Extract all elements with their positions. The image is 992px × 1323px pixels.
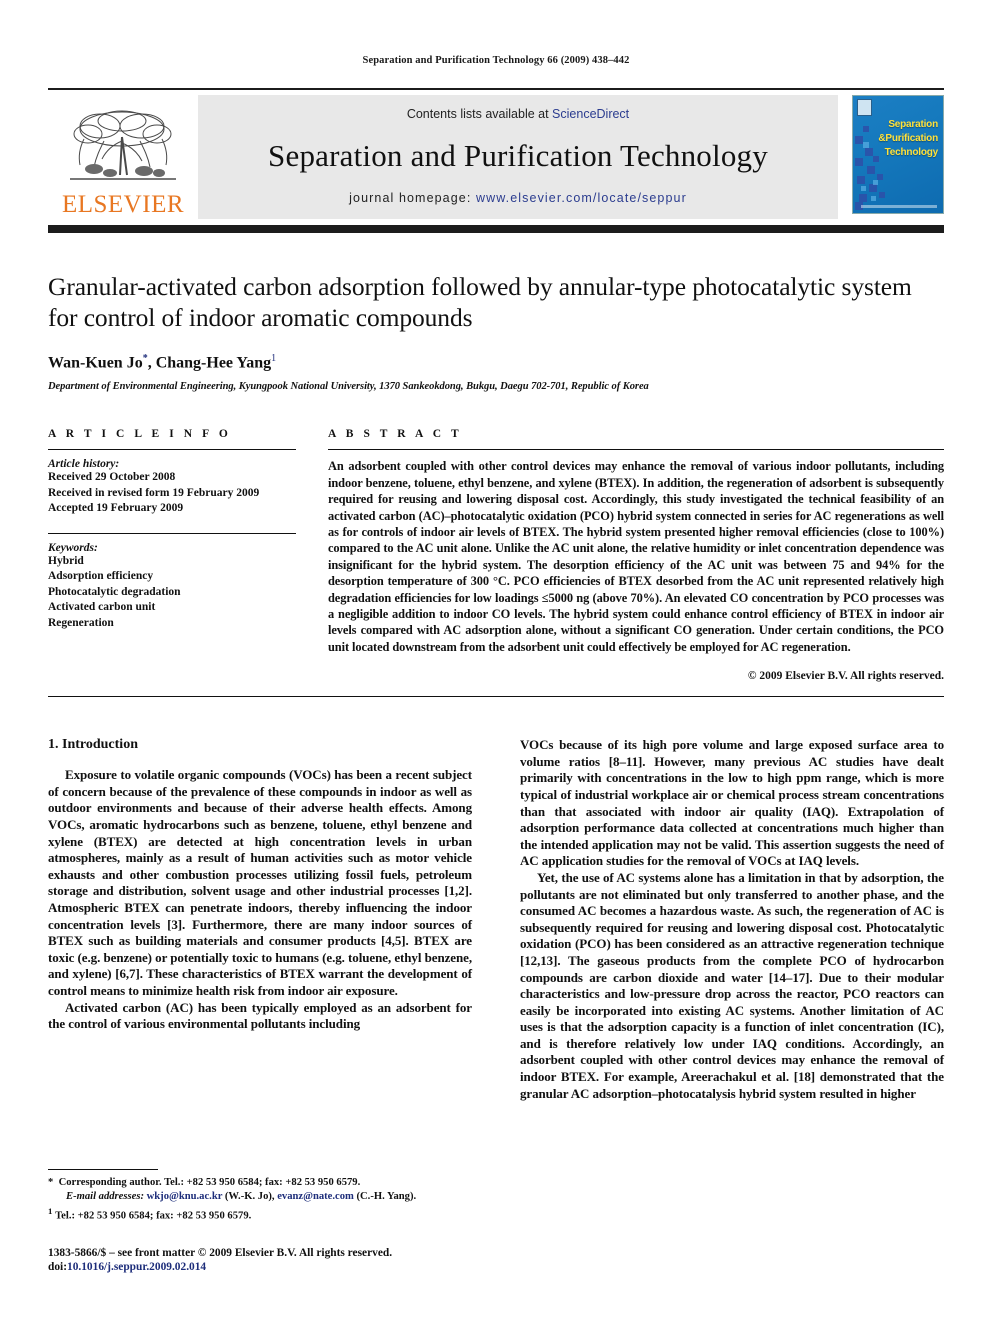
body-column-gap <box>472 737 520 1102</box>
body-right-column: VOCs because of its high pore volume and… <box>520 737 944 1102</box>
abstract-column: A B S T R A C T An adsorbent coupled wit… <box>328 428 944 682</box>
keyword-item: Photocatalytic degradation <box>48 585 181 598</box>
keyword-item: Hybrid <box>48 554 84 567</box>
footnote-corresponding: * Corresponding author. Tel.: +82 53 950… <box>48 1176 472 1190</box>
article-info-column: A R T I C L E I N F O Article history: R… <box>48 428 296 682</box>
publisher-logo: ELSEVIER <box>48 95 198 219</box>
author-2: Chang-Hee Yang <box>155 354 272 372</box>
email-owner-2: (C.-H. Yang). <box>356 1190 417 1202</box>
article-info-label: A R T I C L E I N F O <box>48 428 232 441</box>
author-list: Wan-Kuen Jo*, Chang-Hee Yang1 <box>48 353 277 372</box>
paragraph: Yet, the use of AC systems alone has a l… <box>520 869 944 1101</box>
body-left-column: 1. Introduction Exposure to volatile org… <box>48 737 472 1102</box>
history-item: Received in revised form 19 February 200… <box>48 486 260 499</box>
footnote-marker-asterisk: * <box>48 1176 54 1188</box>
banner-bottom-rule <box>48 225 944 233</box>
keywords-rule <box>48 532 296 534</box>
abstract-text: An adsorbent coupled with other control … <box>328 459 944 654</box>
article-title: Granular-activated carbon adsorption fol… <box>48 272 912 332</box>
keywords-label: Keywords: <box>48 541 98 554</box>
abstract-bottom-rule <box>48 696 944 698</box>
email-link-1[interactable]: wkjo@knu.ac.kr <box>147 1191 223 1202</box>
paragraph: VOCs because of its high pore volume and… <box>520 737 944 869</box>
running-head: Separation and Purification Technology 6… <box>362 55 630 66</box>
body-columns: 1. Introduction Exposure to volatile org… <box>48 737 944 1102</box>
email-owner-1: (W.-K. Jo), <box>224 1190 275 1202</box>
homepage-prefix: journal homepage: <box>349 191 476 205</box>
contents-available-line: Contents lists available at ScienceDirec… <box>407 107 629 121</box>
cover-title-line-1: Separation <box>888 119 938 130</box>
doi-link[interactable]: 10.1016/j.seppur.2009.02.014 <box>67 1261 206 1273</box>
abstract-rule <box>328 449 944 451</box>
footnote-rule <box>48 1168 158 1170</box>
issn-line: 1383-5866/$ – see front matter © 2009 El… <box>48 1246 393 1259</box>
elsevier-tree-icon <box>70 110 176 180</box>
history-item: Accepted 19 February 2009 <box>48 502 184 515</box>
footnote-corresponding-text: Corresponding author. Tel.: +82 53 950 6… <box>58 1176 361 1188</box>
keyword-item: Activated carbon unit <box>48 601 156 614</box>
doi-line: doi:10.1016/j.seppur.2009.02.014 <box>48 1260 472 1275</box>
footnote-emails: E-mail addresses: wkjo@knu.ac.kr (W.-K. … <box>48 1190 472 1204</box>
keyword-item: Regeneration <box>48 616 114 629</box>
contents-prefix: Contents lists available at <box>406 107 553 121</box>
paragraph: Activated carbon (AC) has been typically… <box>48 999 472 1032</box>
keyword-item: Adsorption efficiency <box>48 570 154 583</box>
cover-footer-bar <box>861 205 937 208</box>
article-page: Separation and Purification Technology 6… <box>0 0 992 1323</box>
abstract-label: A B S T R A C T <box>328 428 463 441</box>
elsevier-wordmark: ELSEVIER <box>61 191 185 218</box>
email-label: E-mail addresses: <box>66 1190 144 1202</box>
banner-center: Contents lists available at ScienceDirec… <box>198 95 838 219</box>
history-item: Received 29 October 2008 <box>48 471 176 484</box>
title-block: Granular-activated carbon adsorption fol… <box>48 233 944 392</box>
article-info-rule <box>48 449 296 451</box>
author-2-footnote-marker[interactable]: 1 <box>271 353 276 364</box>
cover-stamp-icon <box>857 99 872 116</box>
journal-cover-image: Separation &Purification Technology <box>852 95 944 214</box>
journal-banner: ELSEVIER Contents lists available at Sci… <box>48 88 944 219</box>
journal-title: Separation and Purification Technology <box>268 138 768 173</box>
affiliation: Department of Environmental Engineering,… <box>48 381 649 393</box>
doi-label: doi: <box>48 1261 67 1274</box>
footnote-note-1-text: Tel.: +82 53 950 6584; fax: +82 53 950 6… <box>55 1210 252 1222</box>
journal-cover: Separation &Purification Technology <box>852 95 944 219</box>
email-link-2[interactable]: evanz@nate.com <box>277 1191 354 1202</box>
footnote-block: * Corresponding author. Tel.: +82 53 950… <box>48 1168 472 1275</box>
abstract-copyright: © 2009 Elsevier B.V. All rights reserved… <box>747 670 944 683</box>
section-heading-introduction: 1. Introduction <box>48 737 138 753</box>
article-history-label: Article history: <box>48 458 120 471</box>
info-abstract-section: A R T I C L E I N F O Article history: R… <box>48 428 944 682</box>
paragraph: Exposure to volatile organic compounds (… <box>48 767 472 998</box>
cover-title-line-2: &Purification <box>878 133 938 144</box>
cover-title-line-3: Technology <box>884 147 939 158</box>
cover-title: Separation &Purification Technology <box>878 118 938 160</box>
column-gap <box>296 428 328 682</box>
author-1: Wan-Kuen Jo <box>48 354 143 372</box>
issn-doi-block: 1383-5866/$ – see front matter © 2009 El… <box>48 1246 472 1275</box>
journal-homepage-link[interactable]: www.elsevier.com/locate/seppur <box>476 191 687 205</box>
journal-homepage-line: journal homepage: www.elsevier.com/locat… <box>349 191 687 205</box>
footnote-marker-1: 1 <box>48 1206 53 1217</box>
footnote-note-1: 1 Tel.: +82 53 950 6584; fax: +82 53 950… <box>48 1204 472 1224</box>
sciencedirect-link[interactable]: ScienceDirect <box>552 107 629 121</box>
corresponding-author-marker[interactable]: * <box>143 353 148 364</box>
